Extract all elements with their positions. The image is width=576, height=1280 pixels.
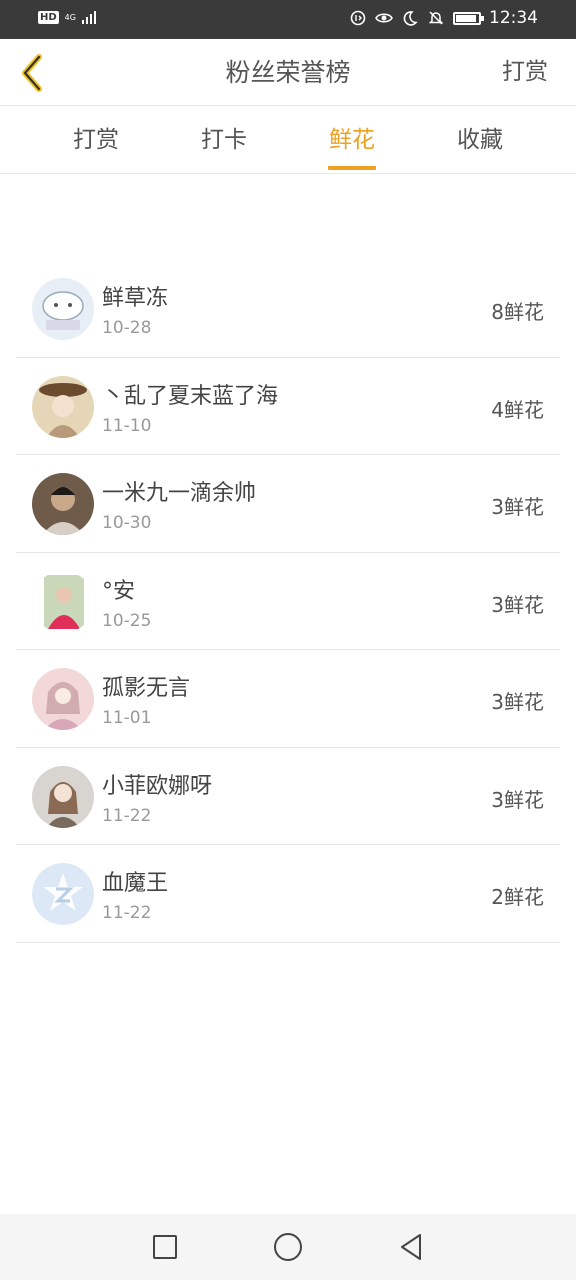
avatar — [32, 765, 94, 828]
fan-date: 10-30 — [102, 513, 152, 533]
circle-home-icon[interactable] — [273, 1232, 303, 1262]
list-item[interactable]: °安 10-25 3鲜花 — [16, 553, 560, 650]
status-left: HD 4G — [38, 10, 96, 24]
fan-date: 10-25 — [102, 610, 152, 631]
status-time: 12:34 — [489, 8, 538, 28]
tab-checkin[interactable]: 打卡 — [174, 106, 274, 174]
system-nav-bar — [0, 1214, 576, 1280]
app-header: 粉丝荣誉榜 打赏 — [0, 39, 576, 106]
flower-count: 8鲜花 — [491, 300, 544, 324]
hd-icon: HD — [38, 10, 59, 24]
battery-fill — [456, 14, 476, 22]
avatar — [32, 473, 94, 535]
fan-name: 血魔王 — [102, 871, 169, 896]
eye-icon — [375, 9, 393, 27]
fan-date: 11-01 — [102, 708, 152, 728]
flower-count: 3鲜花 — [491, 592, 544, 617]
list-item[interactable]: 血魔王 11-22 2鲜花 — [16, 845, 560, 943]
list-item[interactable]: 小菲欧娜呀 11-22 3鲜花 — [16, 748, 560, 845]
tab-flowers[interactable]: 鲜花 — [302, 106, 402, 174]
fan-name: 鲜草冻 — [102, 286, 169, 311]
fan-date: 10-28 — [102, 318, 152, 338]
flower-count: 3鲜花 — [491, 690, 544, 714]
bell-off-icon — [427, 9, 445, 27]
avatar — [32, 570, 94, 633]
status-right: 12:34 — [349, 8, 538, 28]
page-title: 粉丝荣誉榜 — [225, 58, 351, 87]
square-recents-icon[interactable] — [150, 1232, 180, 1262]
list-item[interactable]: 丶乱了夏末蓝了海 11-10 4鲜花 — [16, 358, 560, 455]
fan-name: °安 — [102, 578, 136, 604]
flower-count: 4鲜花 — [491, 397, 544, 422]
fan-name: 孤影无言 — [102, 676, 191, 701]
signal-icon — [81, 10, 96, 24]
avatar — [32, 668, 94, 730]
fan-date: 11-10 — [102, 415, 152, 436]
flower-count: 2鲜花 — [491, 885, 544, 909]
avatar — [32, 375, 94, 438]
flower-count: 3鲜花 — [491, 495, 544, 519]
moon-icon — [401, 9, 419, 27]
tab-reward[interactable]: 打赏 — [46, 106, 146, 174]
data-saver-icon — [349, 9, 367, 27]
battery-icon — [453, 11, 484, 25]
flower-count: 3鲜花 — [491, 787, 544, 812]
triangle-back-icon[interactable] — [396, 1232, 426, 1262]
network-type: 4G — [64, 12, 76, 22]
fan-date: 11-22 — [102, 903, 152, 923]
tab-favorites[interactable]: 收藏 — [430, 106, 530, 174]
fan-name: 小菲欧娜呀 — [102, 773, 213, 799]
list-item[interactable]: 鲜草冻 10-28 8鲜花 — [16, 260, 560, 358]
reward-button[interactable]: 打赏 — [502, 39, 548, 106]
tab-bar: 打赏 打卡 鲜花 收藏 — [0, 106, 576, 174]
avatar — [32, 278, 94, 340]
fan-name: 一米九一滴余帅 — [102, 481, 257, 506]
status-bar: HD 4G 12:34 — [0, 0, 576, 39]
default-avatar-icon — [32, 863, 94, 925]
fan-list: 鲜草冻 10-28 8鲜花 丶乱了夏末蓝了海 11-10 4鲜花 一米九一滴余帅… — [16, 260, 560, 943]
fan-name: 丶乱了夏末蓝了海 — [102, 383, 279, 409]
list-item[interactable]: 孤影无言 11-01 3鲜花 — [16, 650, 560, 748]
list-item[interactable]: 一米九一滴余帅 10-30 3鲜花 — [16, 455, 560, 553]
fan-date: 11-22 — [102, 805, 152, 826]
